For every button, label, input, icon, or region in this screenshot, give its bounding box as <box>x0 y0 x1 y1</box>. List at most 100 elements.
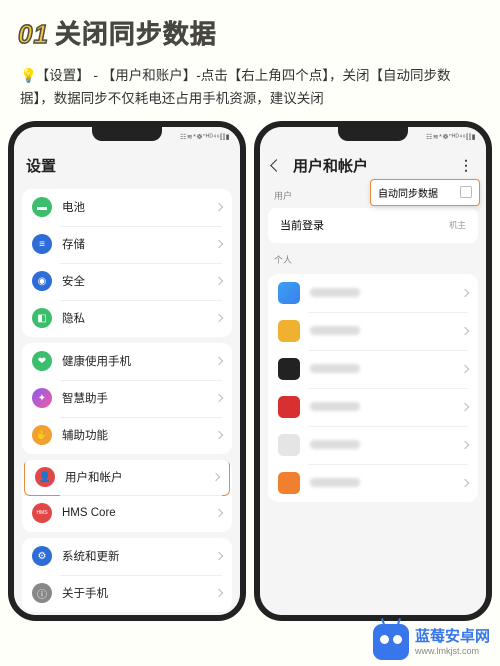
status-bar: ☷≋*☸"ᴴᴰ⁴⁶⫿⫿▮ <box>14 127 240 149</box>
back-icon[interactable] <box>270 160 283 173</box>
login-label: 当前登录 <box>280 217 324 233</box>
chevron-right-icon <box>215 357 223 365</box>
chevron-right-icon <box>215 431 223 439</box>
blurred-label <box>310 402 360 411</box>
status-icons: ☷≋*☸"ᴴᴰ⁴⁶⫿⫿▮ <box>426 133 476 142</box>
account-app-icon <box>278 320 300 342</box>
row-label: 健康使用手机 <box>62 353 216 369</box>
row-label: 隐私 <box>62 310 216 326</box>
account-app-row[interactable] <box>268 426 478 464</box>
chevron-right-icon <box>215 552 223 560</box>
chevron-right-icon <box>461 327 469 335</box>
settings-row[interactable]: 👤用户和帐户 <box>24 460 230 496</box>
row-label: 智慧助手 <box>62 390 216 406</box>
watermark: 蓝莓安卓网 www.lmkjst.com <box>373 624 490 660</box>
account-app-icon <box>278 434 300 456</box>
lightbulb-icon: 💡 <box>20 65 32 88</box>
row-app-icon: ◧ <box>32 308 52 328</box>
account-app-row[interactable] <box>268 312 478 350</box>
watermark-logo-icon <box>373 624 409 660</box>
chevron-right-icon <box>461 365 469 373</box>
row-app-icon: ▬ <box>32 197 52 217</box>
row-app-icon: ≡ <box>32 234 52 254</box>
sync-checkbox[interactable] <box>460 186 472 198</box>
settings-group-smart: ❤ 健康使用手机 ✦ 智慧助手 ✋ 辅助功能 <box>22 343 232 454</box>
row-label: 电池 <box>62 199 216 215</box>
section-personal: 个人 <box>260 247 486 268</box>
notch <box>92 127 162 141</box>
chevron-right-icon <box>215 394 223 402</box>
watermark-title: 蓝莓安卓网 <box>415 628 490 646</box>
chevron-right-icon <box>215 240 223 248</box>
status-bar: ☷≋*☸"ᴴᴰ⁴⁶⫿⫿▮ <box>260 127 486 149</box>
account-app-row[interactable] <box>268 464 478 502</box>
settings-row[interactable]: ⚙ 系统和更新 <box>22 538 232 575</box>
account-app-row[interactable] <box>268 350 478 388</box>
settings-group-about: ⚙ 系统和更新 ⓘ 关于手机 <box>22 538 232 612</box>
row-app-icon: ⓘ <box>32 583 52 603</box>
blurred-label <box>310 364 360 373</box>
row-app-icon: ⚙ <box>32 546 52 566</box>
blurred-label <box>310 288 360 297</box>
account-app-icon <box>278 282 300 304</box>
row-label: HMS Core <box>62 507 216 519</box>
settings-row[interactable]: ✦ 智慧助手 <box>22 380 232 417</box>
phone-settings: ☷≋*☸"ᴴᴰ⁴⁶⫿⫿▮ 设置 ▬ 电池 ≡ 存储 ◉ 安全 ◧ 隐私 ❤ 健康使用手机 ✦ 智慧助… <box>8 121 246 621</box>
row-app-icon: HMS <box>32 503 52 523</box>
blurred-label <box>310 326 360 335</box>
settings-row[interactable]: HMS HMS Core <box>22 495 232 532</box>
row-label: 安全 <box>62 273 216 289</box>
row-app-icon: ✋ <box>32 425 52 445</box>
sync-label: 自动同步数据 <box>378 185 438 200</box>
status-icons: ☷≋*☸"ᴴᴰ⁴⁶⫿⫿▮ <box>180 133 230 142</box>
settings-group-system: ▬ 电池 ≡ 存储 ◉ 安全 ◧ 隐私 <box>22 189 232 337</box>
settings-row[interactable]: ◉ 安全 <box>22 263 232 300</box>
accounts-content: 用户 当前登录 机主 个人 <box>260 183 486 615</box>
settings-row[interactable]: ▬ 电池 <box>22 189 232 226</box>
row-app-icon: ❤ <box>32 351 52 371</box>
more-menu-icon[interactable]: ⋮ <box>459 157 474 174</box>
current-login-row[interactable]: 当前登录 机主 <box>268 208 478 243</box>
chevron-right-icon <box>215 277 223 285</box>
watermark-url: www.lmkjst.com <box>415 646 490 657</box>
chevron-right-icon <box>461 403 469 411</box>
account-app-row[interactable] <box>268 388 478 426</box>
chevron-right-icon <box>212 473 220 481</box>
row-app-icon: ✦ <box>32 388 52 408</box>
accounts-header: 用户和帐户 ⋮ <box>260 149 486 183</box>
settings-title: 设置 <box>26 155 56 176</box>
settings-row[interactable]: ≡ 存储 <box>22 226 232 263</box>
notch <box>338 127 408 141</box>
instruction-text: 💡 【设置】 - 【用户和账户】-点击【右上角四个点】，关闭【自动同步数据】，数… <box>0 59 500 121</box>
chevron-right-icon <box>461 479 469 487</box>
account-app-list <box>268 274 478 502</box>
settings-row[interactable]: ❤ 健康使用手机 <box>22 343 232 380</box>
chevron-right-icon <box>215 589 223 597</box>
row-app-icon: 👤 <box>35 467 55 487</box>
sync-data-popup[interactable]: 自动同步数据 <box>370 179 480 206</box>
settings-row[interactable]: ✋ 辅助功能 <box>22 417 232 454</box>
account-app-icon <box>278 396 300 418</box>
settings-group-account: 👤用户和帐户 HMS HMS Core <box>22 460 232 532</box>
blurred-label <box>310 478 360 487</box>
row-label: 辅助功能 <box>62 427 216 443</box>
account-app-row[interactable] <box>268 274 478 312</box>
row-label: 存储 <box>62 236 216 252</box>
chevron-right-icon <box>461 289 469 297</box>
chevron-right-icon <box>215 509 223 517</box>
login-sub: 机主 <box>449 219 466 231</box>
row-label: 系统和更新 <box>62 548 216 564</box>
settings-row[interactable]: ⓘ 关于手机 <box>22 575 232 612</box>
chevron-right-icon <box>461 441 469 449</box>
heading-text: 关闭同步数据 <box>55 19 217 49</box>
settings-row[interactable]: ◧ 隐私 <box>22 300 232 337</box>
page-heading: 01关闭同步数据 <box>0 0 500 59</box>
account-app-icon <box>278 472 300 494</box>
row-label: 关于手机 <box>62 585 216 601</box>
account-app-icon <box>278 358 300 380</box>
chevron-right-icon <box>215 203 223 211</box>
heading-number: 01 <box>18 19 49 49</box>
chevron-right-icon <box>215 314 223 322</box>
row-app-icon: ◉ <box>32 271 52 291</box>
accounts-title: 用户和帐户 <box>293 155 368 176</box>
